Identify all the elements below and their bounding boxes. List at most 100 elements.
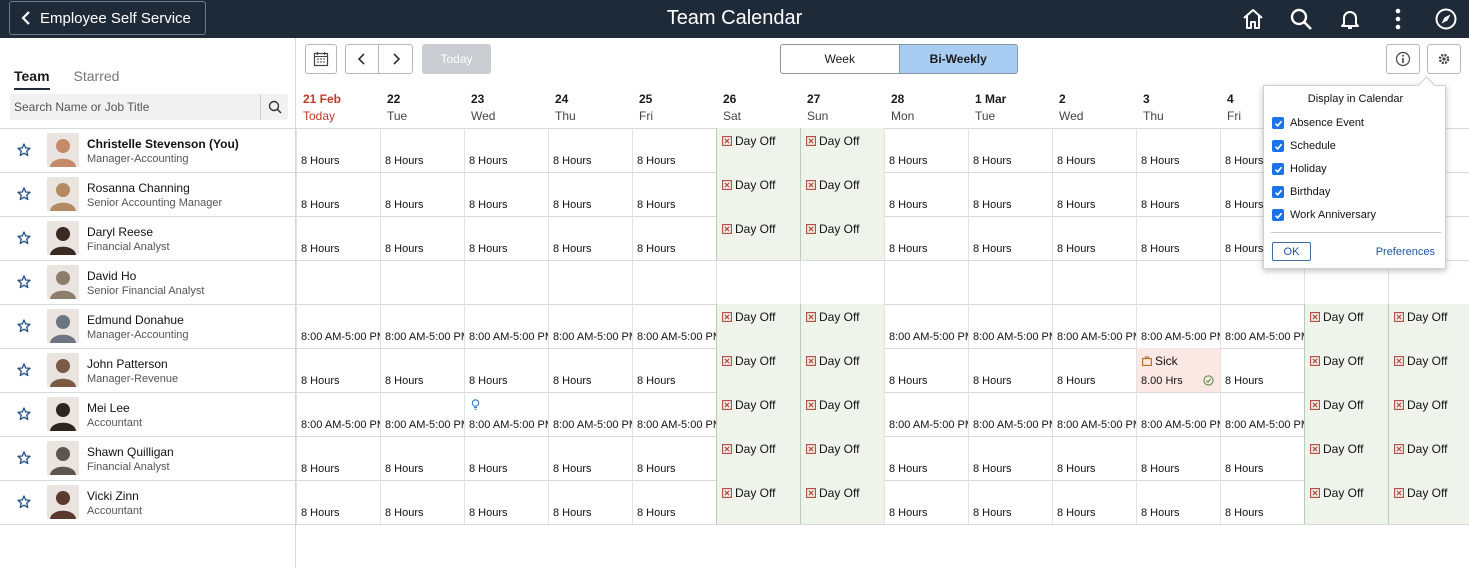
day-off-event[interactable]: Day Off (722, 134, 775, 148)
today-button[interactable]: Today (422, 44, 491, 74)
calendar-cell[interactable]: 8 Hours (884, 348, 968, 392)
day-off-event[interactable]: Day Off (806, 354, 859, 368)
star-toggle[interactable] (17, 275, 31, 289)
checkbox[interactable] (1272, 140, 1284, 152)
calendar-cell[interactable]: 8 Hours (1052, 128, 1136, 172)
calendar-cell[interactable]: 8 Hours (464, 172, 548, 216)
calendar-cell[interactable]: 8:00 AM-5:00 PM (1052, 304, 1136, 348)
calendar-cell[interactable]: 8:00 AM-5:00 PM (380, 392, 464, 436)
star-toggle[interactable] (17, 363, 31, 377)
calendar-cell[interactable]: Sick 8.00 Hrs (1136, 348, 1220, 392)
calendar-cell[interactable]: Day Off (1304, 348, 1388, 392)
search-input[interactable] (10, 94, 260, 120)
calendar-cell[interactable]: 8 Hours (884, 172, 968, 216)
calendar-cell[interactable]: 8:00 AM-5:00 PM (968, 392, 1052, 436)
calendar-cell[interactable]: 8 Hours (632, 436, 716, 480)
display-option-checkbox[interactable]: Absence Event (1272, 117, 1364, 129)
calendar-cell[interactable]: 8 Hours (1220, 348, 1304, 392)
calendar-cell[interactable]: 8 Hours (632, 216, 716, 260)
day-off-event[interactable]: Day Off (1310, 486, 1363, 500)
calendar-cell[interactable]: 8:00 AM-5:00 PM (296, 304, 380, 348)
calendar-cell[interactable]: 8 Hours (296, 436, 380, 480)
calendar-cell[interactable]: Day Off (716, 436, 800, 480)
calendar-cell[interactable]: 8:00 AM-5:00 PM (884, 392, 968, 436)
calendar-cell[interactable] (800, 260, 884, 304)
search-submit-button[interactable] (260, 94, 288, 120)
day-off-event[interactable]: Day Off (806, 222, 859, 236)
star-toggle[interactable] (17, 319, 31, 333)
star-toggle[interactable] (17, 495, 31, 509)
calendar-cell[interactable]: 8:00 AM-5:00 PM (968, 304, 1052, 348)
calendar-cell[interactable]: Day Off (716, 392, 800, 436)
calendar-cell[interactable]: 8 Hours (380, 128, 464, 172)
calendar-cell[interactable]: 8 Hours (380, 480, 464, 524)
calendar-cell[interactable]: 8:00 AM-5:00 PM (884, 304, 968, 348)
calendar-cell[interactable]: 8 Hours (380, 216, 464, 260)
global-search-button[interactable] (1287, 5, 1315, 33)
calendar-cell[interactable]: 8 Hours (1052, 172, 1136, 216)
day-off-event[interactable]: Day Off (806, 486, 859, 500)
day-off-event[interactable]: Day Off (806, 134, 859, 148)
view-biweekly-button[interactable]: Bi-Weekly (898, 45, 1017, 73)
day-off-event[interactable]: Day Off (1310, 442, 1363, 456)
calendar-cell[interactable] (296, 260, 380, 304)
calendar-cell[interactable]: 8:00 AM-5:00 PM (1136, 304, 1220, 348)
calendar-cell[interactable]: 8 Hours (464, 348, 548, 392)
checkbox[interactable] (1272, 163, 1284, 175)
calendar-cell[interactable]: 8 Hours (548, 172, 632, 216)
team-member-row[interactable]: David Ho Senior Financial Analyst (0, 260, 296, 304)
sick-event[interactable]: Sick (1142, 354, 1178, 368)
checkbox[interactable] (1272, 186, 1284, 198)
calendar-cell[interactable]: Day Off (1304, 392, 1388, 436)
calendar-cell[interactable]: 8 Hours (296, 172, 380, 216)
calendar-cell[interactable]: 8 Hours (464, 216, 548, 260)
checkbox[interactable] (1272, 209, 1284, 221)
calendar-cell[interactable]: 8 Hours (968, 436, 1052, 480)
calendar-cell[interactable]: 8:00 AM-5:00 PM (632, 304, 716, 348)
calendar-cell[interactable]: 8 Hours (968, 348, 1052, 392)
legend-info-button[interactable] (1386, 44, 1420, 74)
calendar-cell[interactable]: Day Off (800, 436, 884, 480)
calendar-cell[interactable]: 8 Hours (884, 480, 968, 524)
calendar-cell[interactable]: Day Off (1304, 304, 1388, 348)
calendar-cell[interactable]: 8:00 AM-5:00 PM (548, 392, 632, 436)
next-period-button[interactable] (379, 45, 412, 73)
calendar-cell[interactable]: 8:00 AM-5:00 PM (464, 304, 548, 348)
calendar-cell[interactable] (968, 260, 1052, 304)
calendar-cell[interactable]: Day Off (716, 348, 800, 392)
day-off-event[interactable]: Day Off (722, 442, 775, 456)
team-member-row[interactable]: Edmund Donahue Manager-Accounting (0, 304, 296, 348)
day-off-event[interactable]: Day Off (1394, 310, 1447, 324)
calendar-cell[interactable]: Day Off (800, 480, 884, 524)
calendar-cell[interactable]: 8 Hours (632, 348, 716, 392)
calendar-cell[interactable]: 8 Hours (380, 348, 464, 392)
notifications-button[interactable] (1336, 5, 1364, 33)
day-off-event[interactable]: Day Off (1394, 398, 1447, 412)
star-toggle[interactable] (17, 187, 31, 201)
day-off-event[interactable]: Day Off (806, 310, 859, 324)
calendar-cell[interactable]: 8 Hours (1220, 480, 1304, 524)
calendar-cell[interactable]: 8 Hours (548, 216, 632, 260)
calendar-cell[interactable]: 8 Hours (632, 128, 716, 172)
calendar-cell[interactable] (632, 260, 716, 304)
calendar-cell[interactable]: 8 Hours (1052, 436, 1136, 480)
calendar-cell[interactable]: 8:00 AM-5:00 PM (1220, 392, 1304, 436)
day-off-event[interactable]: Day Off (1394, 486, 1447, 500)
calendar-cell[interactable] (884, 260, 968, 304)
calendar-cell[interactable]: Day Off (1388, 392, 1469, 436)
calendar-cell[interactable]: 8 Hours (296, 128, 380, 172)
team-member-row[interactable]: Christelle Stevenson (You) Manager-Accoun… (0, 128, 296, 172)
calendar-cell[interactable]: Day Off (1388, 436, 1469, 480)
calendar-cell[interactable]: Day Off (1388, 304, 1469, 348)
day-off-event[interactable]: Day Off (806, 398, 859, 412)
calendar-cell[interactable]: 8 Hours (464, 480, 548, 524)
team-member-row[interactable]: Daryl Reese Financial Analyst (0, 216, 296, 260)
calendar-cell[interactable]: 8 Hours (1136, 172, 1220, 216)
display-option-checkbox[interactable]: Work Anniversary (1272, 209, 1376, 221)
day-off-event[interactable]: Day Off (722, 398, 775, 412)
calendar-cell[interactable]: 8 Hours (1136, 436, 1220, 480)
calendar-cell[interactable]: 8 Hours (1136, 216, 1220, 260)
display-option-checkbox[interactable]: Schedule (1272, 140, 1336, 152)
calendar-cell[interactable]: 8 Hours (632, 480, 716, 524)
calendar-cell[interactable]: Day Off (800, 348, 884, 392)
